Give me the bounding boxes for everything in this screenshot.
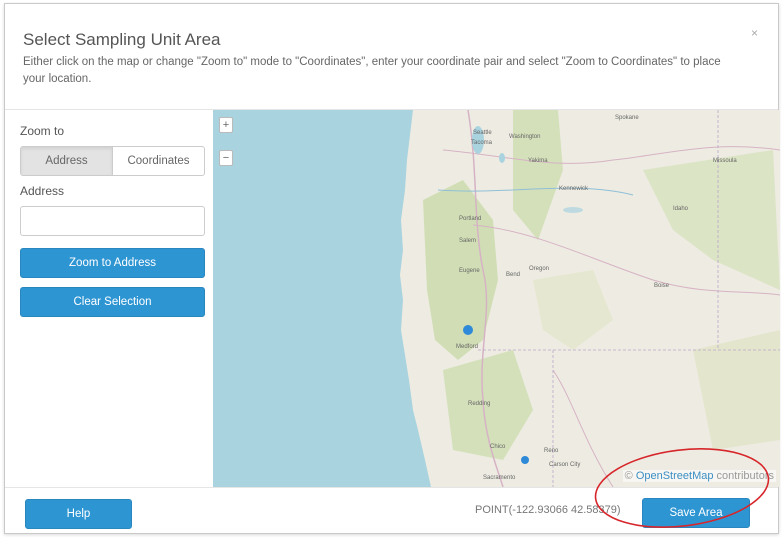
map-label-salem: Salem (459, 238, 477, 244)
map-label-idaho: Idaho (673, 206, 689, 212)
zoom-to-label: Zoom to (20, 124, 65, 138)
clear-selection-button[interactable]: Clear Selection (20, 287, 205, 317)
address-input[interactable] (20, 206, 205, 236)
map-tiles (213, 110, 780, 487)
map-label-redding: Redding (468, 401, 491, 407)
dialog-footer: Help POINT(-122.93066 42.58379) Save Are… (5, 487, 778, 535)
dialog-title: Select Sampling Unit Area (23, 30, 221, 49)
zoom-panel: Zoom to Address Coordinates Address Zoom… (5, 110, 213, 487)
mode-coordinates-button[interactable]: Coordinates (113, 147, 204, 175)
map-label-reno: Reno (544, 448, 559, 454)
zoom-in-button[interactable]: + (219, 117, 233, 133)
zoom-out-button[interactable]: − (219, 150, 233, 166)
map-label-washington: Washington (509, 134, 541, 140)
map-view[interactable]: Seattle Tacoma Yakima Spokane Missoula K… (213, 110, 780, 487)
sampling-unit-dialog: Select Sampling Unit Area Either click o… (4, 3, 780, 535)
attribution-prefix: © (624, 470, 636, 482)
map-label-oregon: Oregon (529, 266, 550, 272)
help-button[interactable]: Help (25, 499, 132, 529)
map-label-medford: Medford (456, 344, 479, 350)
zoom-mode-toggle: Address Coordinates (20, 146, 205, 176)
map-label-portland: Portland (459, 216, 482, 222)
openstreetmap-link[interactable]: OpenStreetMap (636, 470, 714, 482)
map-label-kennewick: Kennewick (559, 186, 589, 192)
map-label-bend: Bend (506, 272, 521, 278)
close-icon[interactable]: × (751, 26, 758, 40)
secondary-point-marker[interactable] (521, 456, 529, 464)
save-area-button[interactable]: Save Area (642, 498, 750, 528)
attribution-suffix: contributors (713, 470, 774, 482)
map-label-eugene: Eugene (459, 268, 480, 274)
map-label-spokane: Spokane (615, 115, 639, 121)
dialog-instructions: Either click on the map or change "Zoom … (23, 56, 721, 85)
map-label-boise: Boise (654, 283, 670, 289)
map-label-missoula: Missoula (713, 158, 737, 164)
mode-address-button[interactable]: Address (21, 147, 113, 175)
map-label-sacramento: Sacramento (483, 475, 516, 481)
map-label-chico: Chico (490, 444, 506, 450)
selected-point-readout: POINT(-122.93066 42.58379) (475, 504, 621, 516)
map-label-carson-city: Carson City (549, 462, 581, 468)
zoom-to-address-button[interactable]: Zoom to Address (20, 248, 205, 278)
map-attribution: © OpenStreetMap contributors (622, 470, 776, 482)
dialog-header: Select Sampling Unit Area Either click o… (5, 4, 778, 110)
map-label-tacoma: Tacoma (471, 140, 493, 146)
map-label-seattle: Seattle (473, 130, 492, 136)
selected-point-marker[interactable] (463, 325, 473, 335)
map-label-yakima: Yakima (528, 158, 548, 164)
address-label: Address (20, 184, 65, 198)
